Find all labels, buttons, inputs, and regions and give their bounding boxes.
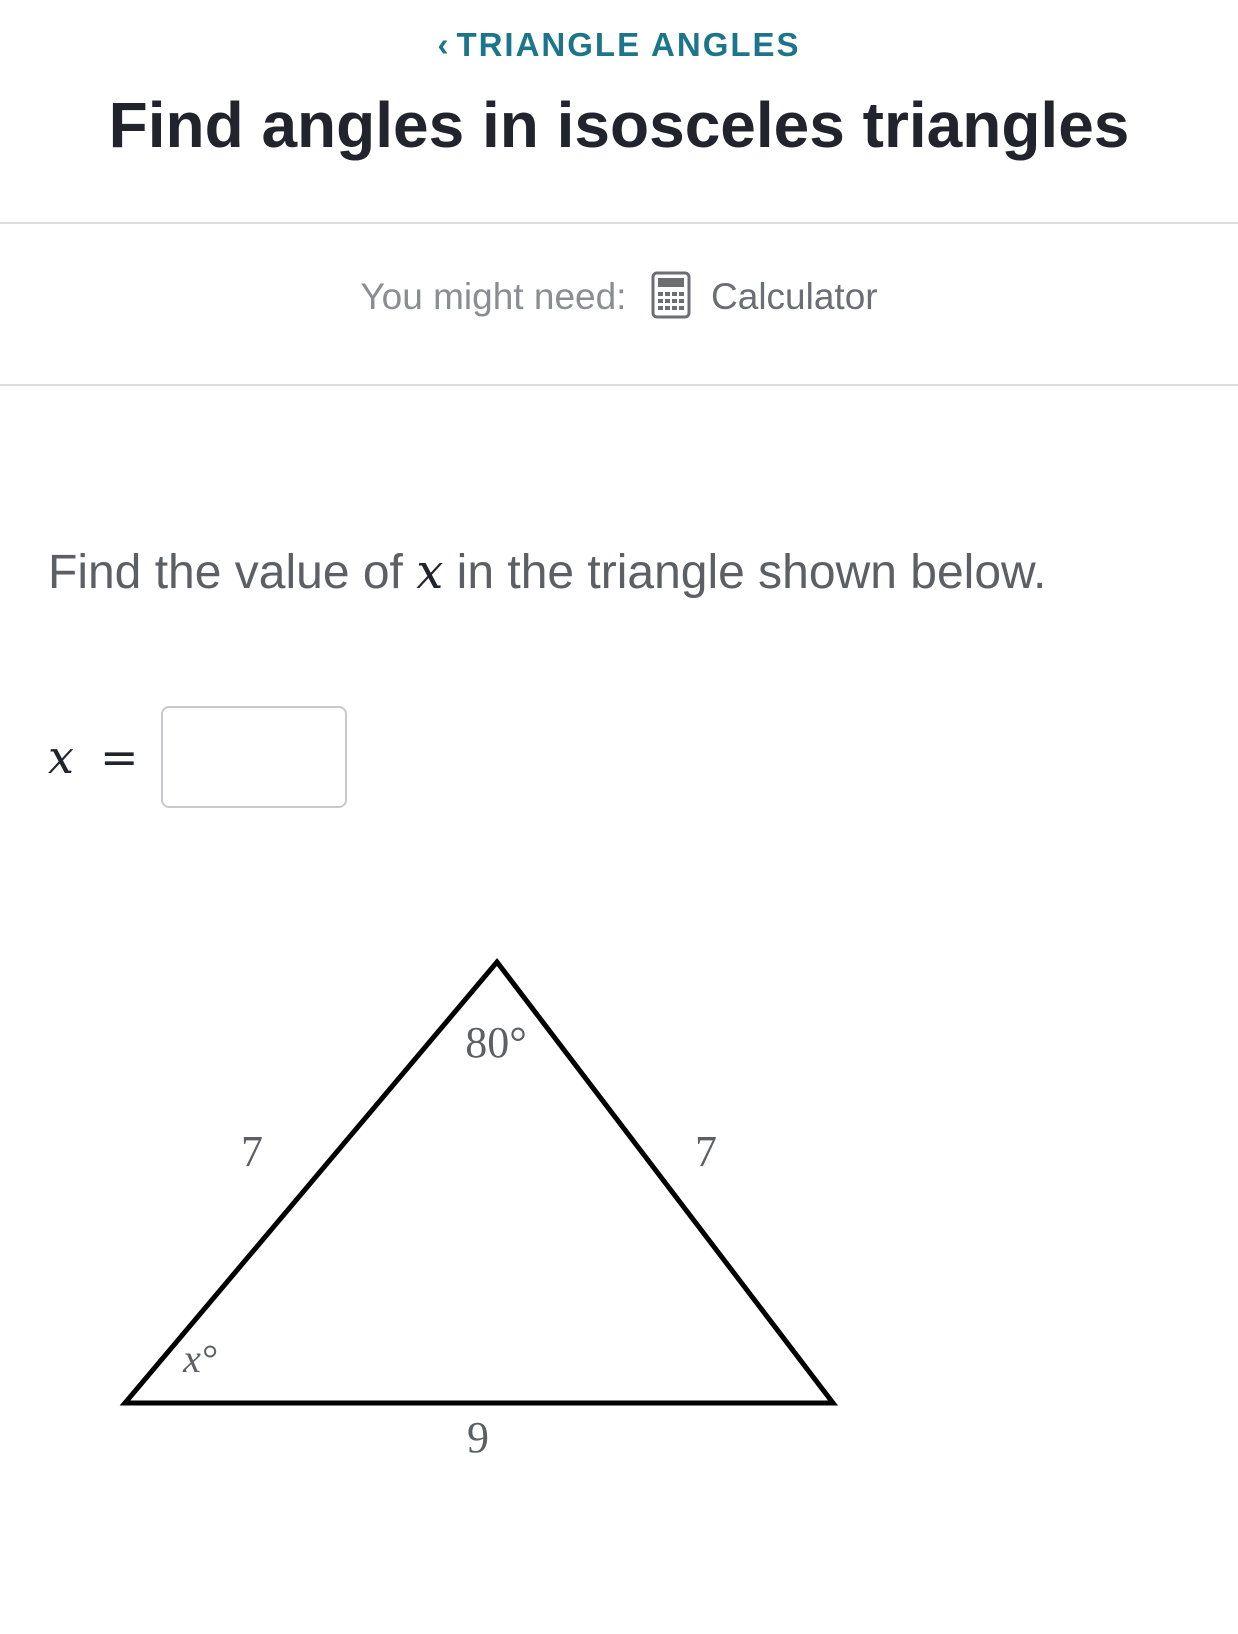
question-prompt: Find the value of x in the triangle show… xyxy=(48,544,1046,600)
answer-input[interactable] xyxy=(160,706,347,808)
right-side-label: 7 xyxy=(695,1127,717,1176)
apex-angle-label: 80° xyxy=(465,1018,527,1067)
triangle-figure: 80° x° 7 7 9 xyxy=(119,958,839,1462)
breadcrumb-label: TRIANGLE ANGLES xyxy=(456,26,801,63)
answer-variable: x xyxy=(48,730,74,784)
tools-divider xyxy=(0,384,1238,386)
equals-sign: = xyxy=(99,730,139,784)
answer-row: x = xyxy=(48,706,347,808)
tools-prefix: You might need: xyxy=(360,276,627,317)
breadcrumb[interactable]: ‹ TRIANGLE ANGLES xyxy=(0,26,1238,64)
calculator-label[interactable]: Calculator xyxy=(711,276,878,317)
calculator-icon[interactable] xyxy=(651,271,691,319)
left-side-label: 7 xyxy=(241,1127,263,1176)
question-variable: x xyxy=(416,544,444,600)
header-divider xyxy=(0,222,1238,224)
page-title: Find angles in isosceles triangles xyxy=(108,89,1130,161)
chevron-left-icon: ‹ xyxy=(437,26,451,63)
base-side-label: 9 xyxy=(467,1413,489,1462)
tools-needed: You might need: Calculator xyxy=(0,271,1238,319)
question-text-after: in the triangle shown below. xyxy=(456,546,1047,599)
base-angle-label: x° xyxy=(182,1336,217,1381)
question-text-before: Find the value of xyxy=(48,546,403,599)
